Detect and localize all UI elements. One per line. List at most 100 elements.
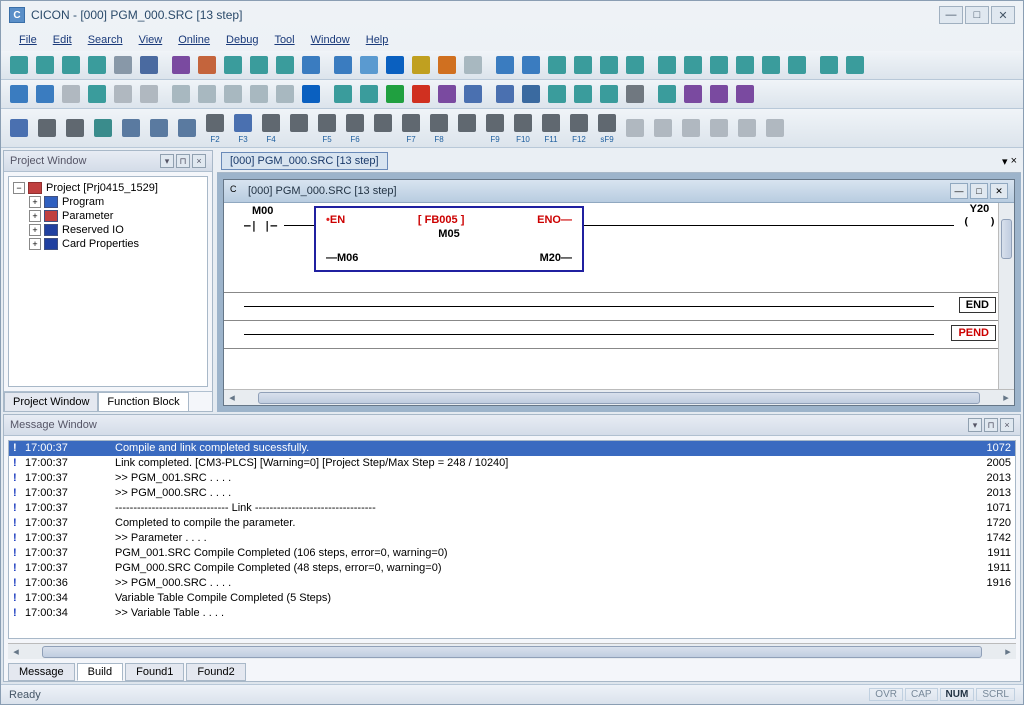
- toolbar-button[interactable]: [7, 53, 31, 77]
- message-tab[interactable]: Message: [8, 663, 75, 681]
- toolbar-button[interactable]: [655, 53, 679, 77]
- toolbar-button[interactable]: [545, 82, 569, 106]
- toolbar-button[interactable]: [63, 116, 87, 140]
- msg-horizontal-scrollbar[interactable]: ◂ ▸: [8, 643, 1016, 659]
- msg-close-button[interactable]: ×: [1000, 418, 1014, 432]
- toolbar-button[interactable]: [169, 53, 193, 77]
- panel-close-button[interactable]: ×: [192, 154, 206, 168]
- sub-minimize-button[interactable]: —: [950, 183, 968, 199]
- panel-pin-button[interactable]: ⊓: [176, 154, 190, 168]
- toolbar-button[interactable]: [679, 116, 703, 140]
- message-row[interactable]: !17:00:37>> Parameter . . . .1742: [9, 531, 1015, 546]
- toolbar-button[interactable]: [137, 53, 161, 77]
- toolbar-button[interactable]: [221, 82, 245, 106]
- message-row[interactable]: !17:00:37Link completed. [CM3-PLCS] [War…: [9, 456, 1015, 471]
- toolbar-button[interactable]: [247, 82, 271, 106]
- toolbar-button[interactable]: [33, 82, 57, 106]
- tree-item[interactable]: +Card Properties: [13, 237, 203, 251]
- scroll-thumb[interactable]: [258, 392, 980, 404]
- message-row[interactable]: !17:00:37-------------------------------…: [9, 501, 1015, 516]
- toolbar-button[interactable]: [85, 82, 109, 106]
- maximize-button[interactable]: □: [965, 6, 989, 24]
- message-row[interactable]: !17:00:37PGM_001.SRC Compile Completed (…: [9, 546, 1015, 561]
- toolbar-button[interactable]: [299, 53, 323, 77]
- vertical-scrollbar[interactable]: [998, 203, 1014, 389]
- toolbar-button[interactable]: [681, 53, 705, 77]
- toolbar-button[interactable]: [785, 53, 809, 77]
- toolbar-button[interactable]: [273, 82, 297, 106]
- tree-expand-icon[interactable]: +: [29, 210, 41, 222]
- toolbar-button[interactable]: [707, 82, 731, 106]
- menu-online[interactable]: Online: [170, 32, 218, 48]
- message-row[interactable]: !17:00:36>> PGM_000.SRC . . . .1916: [9, 576, 1015, 591]
- project-tab[interactable]: Function Block: [98, 392, 188, 411]
- panel-dropdown-button[interactable]: ▾: [160, 154, 174, 168]
- menu-window[interactable]: Window: [303, 32, 358, 48]
- toolbar-button[interactable]: [137, 82, 161, 106]
- toolbar-button[interactable]: [435, 82, 459, 106]
- message-row[interactable]: !17:00:37PGM_000.SRC Compile Completed (…: [9, 561, 1015, 576]
- toolbar-button[interactable]: [519, 53, 543, 77]
- toolbar-button[interactable]: [287, 111, 311, 135]
- toolbar-button[interactable]: [259, 111, 283, 135]
- menu-debug[interactable]: Debug: [218, 32, 266, 48]
- tree-item[interactable]: +Reserved IO: [13, 223, 203, 237]
- toolbar-button[interactable]: [59, 82, 83, 106]
- toolbar-button[interactable]: [461, 53, 485, 77]
- toolbar-button[interactable]: [203, 111, 227, 135]
- message-tab[interactable]: Build: [77, 663, 123, 681]
- toolbar-button[interactable]: [733, 53, 757, 77]
- project-tree[interactable]: − Project [Prj0415_1529] +Program+Parame…: [8, 176, 208, 387]
- toolbar-button[interactable]: [843, 53, 867, 77]
- tree-collapse-icon[interactable]: −: [13, 182, 25, 194]
- project-tab[interactable]: Project Window: [4, 392, 98, 411]
- toolbar-button[interactable]: [331, 82, 355, 106]
- toolbar-button[interactable]: [383, 53, 407, 77]
- toolbar-button[interactable]: [623, 116, 647, 140]
- tree-item[interactable]: +Parameter: [13, 209, 203, 223]
- toolbar-button[interactable]: [247, 53, 271, 77]
- message-row[interactable]: !17:00:37>> PGM_000.SRC . . . .2013: [9, 486, 1015, 501]
- tree-expand-icon[interactable]: +: [29, 238, 41, 250]
- message-row[interactable]: !17:00:37Completed to compile the parame…: [9, 516, 1015, 531]
- tree-item[interactable]: +Program: [13, 195, 203, 209]
- menu-edit[interactable]: Edit: [45, 32, 80, 48]
- toolbar-button[interactable]: [147, 116, 171, 140]
- tree-root[interactable]: − Project [Prj0415_1529]: [13, 181, 203, 195]
- toolbar-button[interactable]: [357, 82, 381, 106]
- toolbar-button[interactable]: [85, 53, 109, 77]
- tree-expand-icon[interactable]: +: [29, 224, 41, 236]
- sub-close-button[interactable]: ✕: [990, 183, 1008, 199]
- toolbar-button[interactable]: [231, 111, 255, 135]
- toolbar-button[interactable]: [681, 82, 705, 106]
- minimize-button[interactable]: —: [939, 6, 963, 24]
- toolbar-button[interactable]: [91, 116, 115, 140]
- toolbar-button[interactable]: [511, 111, 535, 135]
- toolbar-button[interactable]: [195, 82, 219, 106]
- menu-file[interactable]: File: [11, 32, 45, 48]
- toolbar-button[interactable]: [817, 53, 841, 77]
- toolbar-button[interactable]: [119, 116, 143, 140]
- toolbar-button[interactable]: [195, 53, 219, 77]
- toolbar-button[interactable]: [331, 53, 355, 77]
- toolbar-button[interactable]: [299, 82, 323, 106]
- toolbar-button[interactable]: [651, 116, 675, 140]
- toolbar-button[interactable]: [595, 111, 619, 135]
- tree-expand-icon[interactable]: +: [29, 196, 41, 208]
- close-button[interactable]: ✕: [991, 6, 1015, 24]
- toolbar-button[interactable]: [7, 116, 31, 140]
- toolbar-button[interactable]: [597, 53, 621, 77]
- toolbar-button[interactable]: [567, 111, 591, 135]
- toolbar-button[interactable]: [733, 82, 757, 106]
- toolbar-button[interactable]: [35, 116, 59, 140]
- toolbar-button[interactable]: [493, 82, 517, 106]
- message-row[interactable]: !17:00:37Compile and link completed suce…: [9, 441, 1015, 456]
- msg-pin-button[interactable]: ⊓: [984, 418, 998, 432]
- toolbar-button[interactable]: [175, 116, 199, 140]
- toolbar-button[interactable]: [111, 82, 135, 106]
- toolbar-button[interactable]: [493, 53, 517, 77]
- toolbar-button[interactable]: [427, 111, 451, 135]
- toolbar-button[interactable]: [409, 82, 433, 106]
- menu-view[interactable]: View: [131, 32, 171, 48]
- toolbar-button[interactable]: [735, 116, 759, 140]
